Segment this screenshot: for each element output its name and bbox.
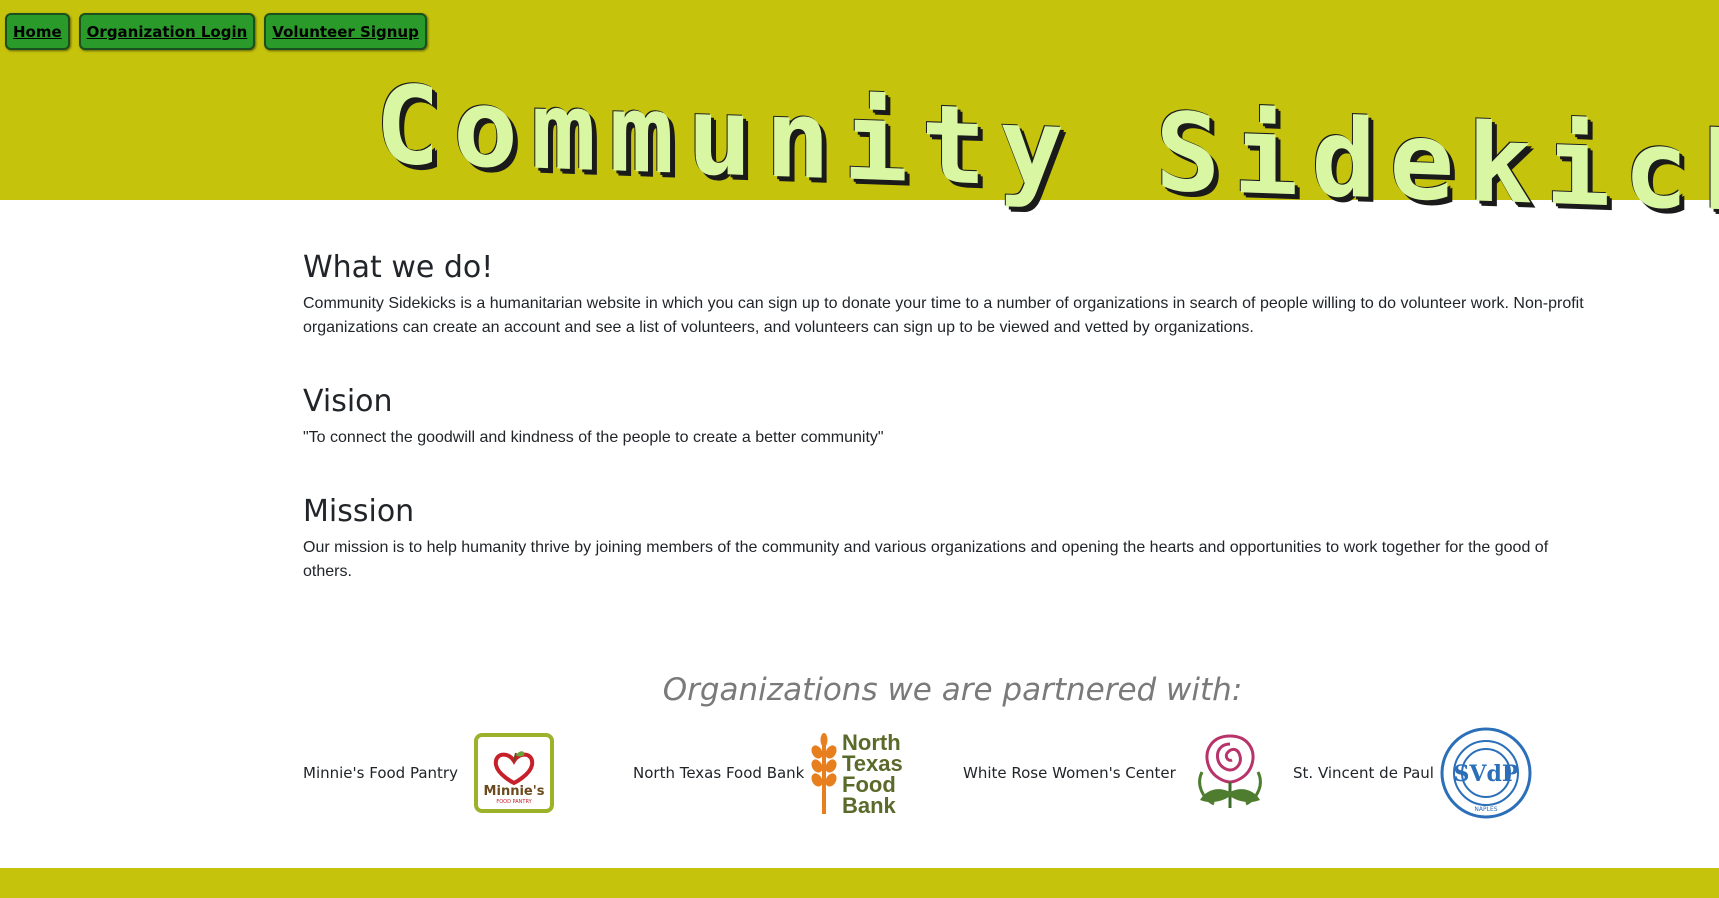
top-nav: Home Organization Login Volunteer Signup [5,13,427,50]
mission-section: Mission Our mission is to help humanity … [303,494,1593,584]
svg-text:Minnie's: Minnie's [484,784,545,799]
mission-heading: Mission [303,494,415,529]
partner-name: Minnie's Food Pantry [303,763,458,782]
about-heading: What we do! [303,250,494,285]
partner-st-vincent: St. Vincent de Paul SVdP NAPLES [1293,725,1534,820]
vision-text: "To connect the goodwill and kindness of… [303,429,884,446]
svg-text:Bank: Bank [842,793,897,818]
site-logo-title: Community Sidekicks [375,63,1719,240]
white-rose-logo [1197,733,1262,808]
svg-text:NAPLES: NAPLES [1474,806,1497,813]
partners-heading: Organizations we are partnered with: [662,672,1243,708]
home-button[interactable]: Home [5,13,70,50]
partner-name: North Texas Food Bank [633,763,805,782]
st-vincent-de-paul-logo: SVdP NAPLES [1440,727,1532,818]
volunteer-signup-button[interactable]: Volunteer Signup [264,13,427,50]
partner-minnies: Minnie's Food Pantry Minnie's FOOD PANTR… [303,725,556,820]
organization-login-button[interactable]: Organization Login [78,13,256,50]
partner-white-rose: White Rose Women's Center [963,725,1278,820]
svg-text:SVdP: SVdP [1453,761,1518,787]
partner-name: St. Vincent de Paul [1293,763,1434,782]
partner-north-texas: North Texas Food Bank North Texas Food B… [633,725,913,820]
vision-section: Vision "To connect the goodwill and kind… [303,384,1593,450]
partner-name: White Rose Women's Center [963,763,1176,782]
minnies-food-pantry-logo: Minnie's FOOD PANTRY [473,732,554,813]
svg-text:FOOD PANTRY: FOOD PANTRY [496,799,532,805]
partners-list: Minnie's Food Pantry Minnie's FOOD PANTR… [303,725,1543,820]
about-text: Community Sidekicks is a humanitarian we… [303,295,1584,336]
mission-text: Our mission is to help humanity thrive b… [303,539,1549,580]
about-section: What we do! Community Sidekicks is a hum… [303,250,1593,340]
site-header: Home Organization Login Volunteer Signup… [0,0,1719,240]
north-texas-food-bank-logo: North Texas Food Bank [811,730,903,818]
vision-heading: Vision [303,384,393,419]
site-footer [0,868,1719,898]
